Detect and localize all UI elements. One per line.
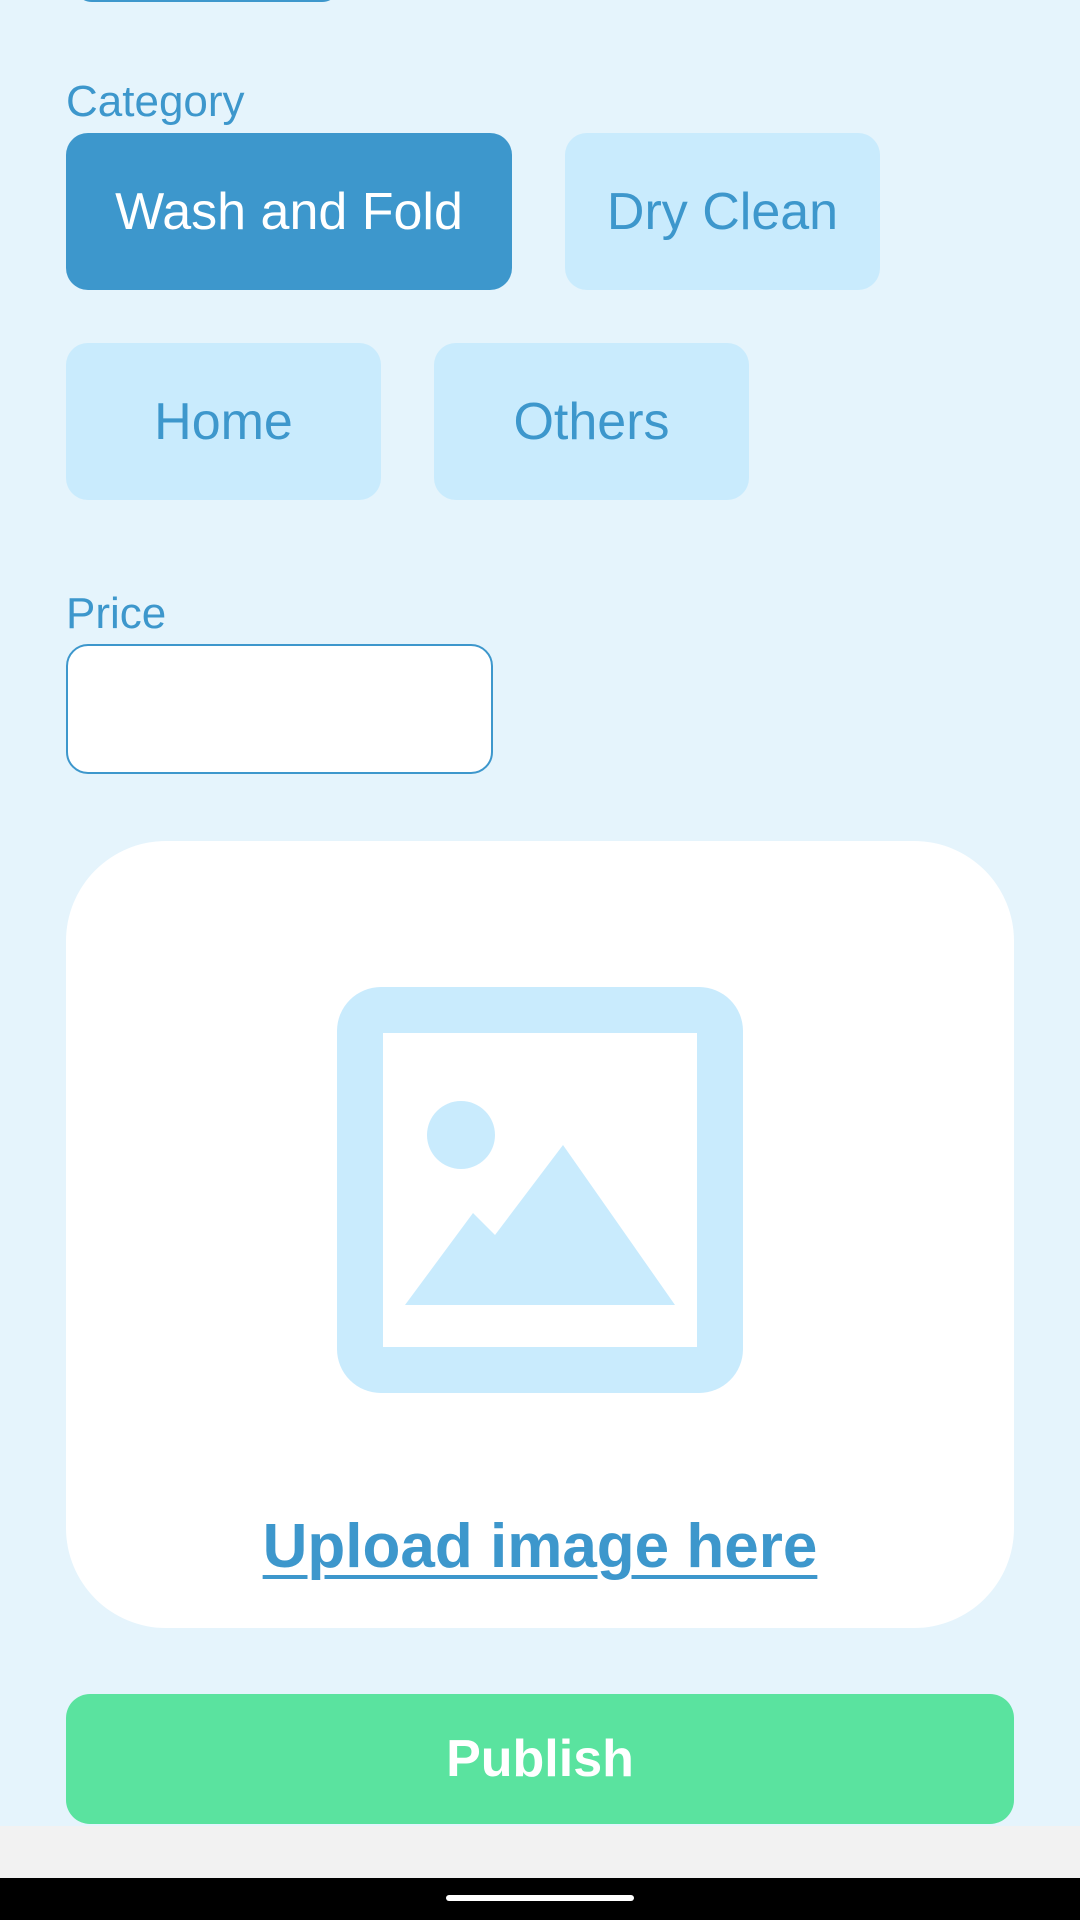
upload-image-link[interactable]: Upload image here xyxy=(66,1511,1014,1582)
home-gesture-handle[interactable] xyxy=(446,1895,634,1901)
system-navigation-bar xyxy=(0,1878,1080,1920)
category-chip-others[interactable]: Others xyxy=(434,343,749,500)
create-listing-screen: Category Wash and Fold Dry Clean Home Ot… xyxy=(0,0,1080,1920)
previous-input-field[interactable] xyxy=(74,0,340,2)
bottom-strip xyxy=(0,1826,1080,1878)
price-label: Price xyxy=(66,589,167,638)
image-upload-card[interactable]: Upload image here xyxy=(66,841,1014,1628)
image-placeholder-icon xyxy=(337,987,743,1393)
category-label: Category xyxy=(66,77,245,126)
price-input[interactable] xyxy=(66,644,493,774)
category-chip-dry-clean[interactable]: Dry Clean xyxy=(565,133,880,290)
publish-button[interactable]: Publish xyxy=(66,1694,1014,1824)
category-chip-wash-and-fold[interactable]: Wash and Fold xyxy=(66,133,512,290)
category-chip-home[interactable]: Home xyxy=(66,343,381,500)
